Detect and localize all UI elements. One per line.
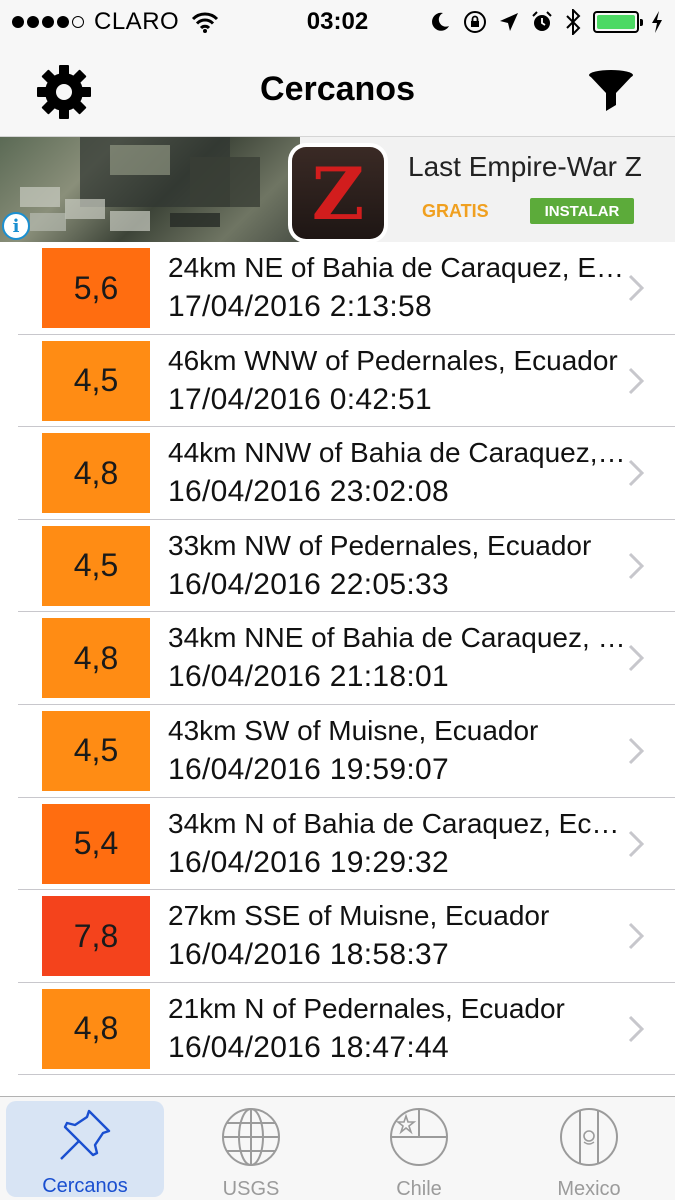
chevron-right-icon [628,645,645,672]
tab-chile[interactable]: Chile [340,1097,498,1200]
filter-icon [589,70,633,111]
ad-game-screenshot[interactable] [0,137,300,242]
pushpin-icon [53,1105,117,1165]
earthquake-time: 16/04/2016 21:18:01 [168,660,449,694]
earthquake-row[interactable]: 4,5 33km NW of Pedernales, Ecuador 16/04/2… [0,520,675,613]
tab-mexico[interactable]: Mexico [510,1097,668,1200]
mexico-flag-icon [557,1105,621,1168]
earthquake-location: 33km NW of Pedernales, Ecuador [168,529,592,561]
earthquake-time: 17/04/2016 2:13:58 [168,290,432,323]
earthquake-location: 34km NNE of Bahia de Caraquez, Ecuador [168,622,628,654]
tab-label: Chile [396,1178,442,1200]
status-bar-right [429,8,663,36]
earthquake-row[interactable]: 5,6 24km NE of Bahia de Caraquez, Ecuador… [0,242,675,335]
ad-price: GRATIS [422,201,489,221]
bluetooth-icon [566,9,581,35]
chevron-right-icon [628,923,645,950]
earthquake-row[interactable]: 4,8 21km N of Pedernales, Ecuador 16/04/20… [0,983,675,1076]
magnitude-badge: 4,5 [42,710,150,791]
earthquake-list: 5,6 24km NE of Bahia de Caraquez, Ecuador… [0,242,675,1075]
earthquake-location: 43km SW of Muisne, Ecuador [168,714,539,746]
earthquake-row[interactable]: 4,5 43km SW of Muisne, Ecuador 16/04/2016 … [0,705,675,798]
earthquake-row[interactable]: 4,5 46km WNW of Pedernales, Ecuador 17/04/… [0,335,675,428]
earthquake-time: 17/04/2016 0:42:51 [168,382,432,416]
moon-icon [432,12,449,31]
earthquake-time: 16/04/2016 19:29:32 [168,845,449,879]
earthquake-row[interactable]: 7,8 27km SSE of Muisne, Ecuador 16/04/2016… [0,890,675,983]
filter-button[interactable] [581,64,641,120]
chevron-right-icon [628,552,645,579]
page-title: Cercanos [260,70,415,108]
earthquake-location: 21km N of Pedernales, Ecuador [168,992,565,1024]
magnitude-badge: 5,4 [42,803,150,884]
chevron-right-icon [628,830,645,857]
ad-banner[interactable]: i Z Last Empire-War Z GRATIS INSTALAR [0,136,675,242]
earthquake-time: 16/04/2016 18:58:37 [168,938,449,972]
earthquake-row[interactable]: 4,8 44km NNW of Bahia de Caraquez, Ecuado… [0,427,675,520]
tab-label: USGS [222,1178,280,1200]
earthquake-location: 34km N of Bahia de Caraquez, Ecuador [168,807,628,839]
earthquake-time: 16/04/2016 18:47:44 [168,1030,449,1064]
earthquake-location: 46km WNW of Pedernales, Ecuador [168,344,618,376]
chevron-right-icon [628,367,645,394]
ad-info-icon[interactable]: i [2,212,30,240]
tab-label: Cercanos [42,1175,128,1197]
magnitude-badge: 5,6 [42,248,150,328]
chevron-right-icon [628,1015,645,1042]
battery-icon [593,11,643,33]
globe-icon [219,1105,283,1168]
ad-app-icon-letter: Z [292,147,384,239]
tab-label: Mexico [557,1178,621,1200]
tab-cercanos[interactable]: Cercanos [6,1101,164,1197]
ad-app-icon[interactable]: Z [288,143,388,242]
magnitude-badge: 4,8 [42,433,150,514]
earthquake-time: 16/04/2016 23:02:08 [168,475,449,509]
magnitude-badge: 4,8 [42,618,150,699]
chevron-right-icon [628,737,645,765]
earthquake-time: 16/04/2016 22:05:33 [168,567,449,601]
ad-install-button[interactable]: INSTALAR [530,198,634,224]
chile-flag-icon [387,1105,451,1168]
earthquake-location: 44km NNW of Bahia de Caraquez, Ecuador [168,437,628,469]
chevron-right-icon [628,274,645,302]
earthquake-row[interactable]: 4,8 34km NNE of Bahia de Caraquez, Ecuado… [0,612,675,705]
magnitude-badge: 4,8 [42,988,150,1069]
tab-usgs[interactable]: USGS [172,1097,330,1200]
status-bar: CLARO 03:02 [0,0,675,44]
battery-level [597,15,635,29]
ad-title[interactable]: Last Empire-War Z [408,151,642,183]
earthquake-location: 27km SSE of Muisne, Ecuador [168,900,550,932]
rotation-lock-icon [464,11,486,33]
charging-icon [652,11,662,33]
earthquake-time: 16/04/2016 19:59:07 [168,752,449,786]
earthquake-row[interactable]: 5,4 34km N of Bahia de Caraquez, Ecuador 1… [0,798,675,891]
magnitude-badge: 4,5 [42,340,150,421]
ad-game-art [20,137,260,231]
magnitude-badge: 4,5 [42,525,150,606]
earthquake-location: 24km NE of Bahia de Caraquez, Ecuador [168,252,628,283]
magnitude-badge: 7,8 [42,896,150,977]
location-arrow-icon [500,13,518,31]
navigation-bar: Cercanos [0,44,675,136]
tab-bar: Cercanos USGS Chile Mexico [0,1096,675,1200]
chevron-right-icon [628,460,645,487]
alarm-icon [532,11,552,31]
